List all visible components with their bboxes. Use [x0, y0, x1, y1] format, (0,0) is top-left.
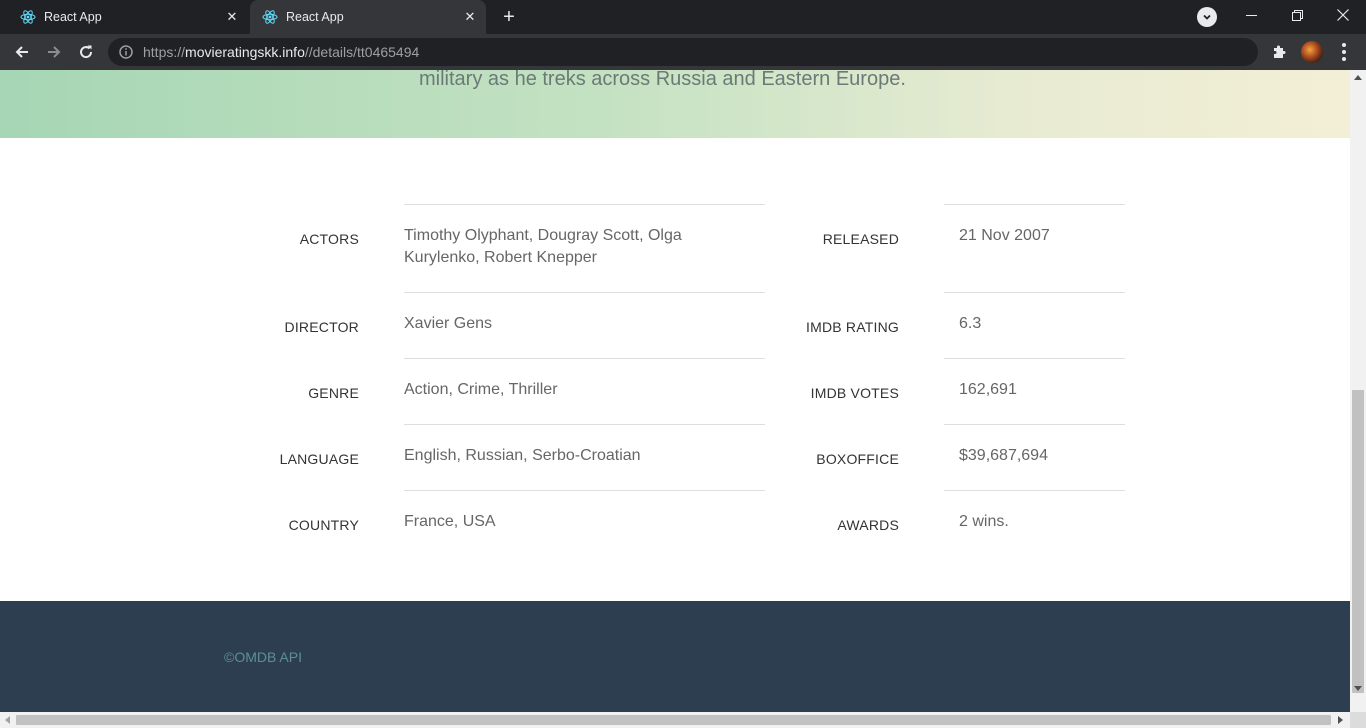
detail-value-released: 21 Nov 2007 — [959, 227, 1050, 244]
detail-label-boxoffice: BOXOFFICE — [816, 451, 899, 467]
minimize-icon[interactable] — [1228, 0, 1274, 30]
movie-plot-text: military as he treks across Russia and E… — [419, 70, 906, 90]
divider — [404, 292, 765, 293]
detail-label-genre: GENRE — [308, 385, 359, 401]
detail-label-awards: AWARDS — [837, 517, 899, 533]
close-window-icon[interactable] — [1320, 0, 1366, 30]
restore-icon[interactable] — [1274, 0, 1320, 30]
url-scheme: https:// — [143, 44, 186, 60]
footer-copyright: ©OMDB API — [224, 649, 302, 665]
detail-value-director: Xavier Gens — [404, 315, 493, 332]
vertical-scrollbar[interactable] — [1350, 70, 1366, 712]
divider — [404, 490, 765, 491]
detail-value-genre: Action, Crime, Thriller — [404, 381, 558, 398]
back-arrow-icon[interactable] — [8, 38, 36, 66]
browser-toolbar: https://movieratingskk.info//details/tt0… — [0, 34, 1366, 70]
detail-value-language: English, Russian, Serbo-Croatian — [404, 447, 641, 464]
detail-value-boxoffice: $39,687,694 — [959, 447, 1048, 464]
profile-avatar[interactable] — [1301, 41, 1323, 63]
scroll-right-icon[interactable] — [1338, 716, 1343, 724]
page-viewport: military as he treks across Russia and E… — [0, 70, 1350, 712]
scrollbar-corner — [1350, 712, 1366, 728]
url-path: //details/tt0465494 — [304, 44, 420, 60]
scroll-down-icon[interactable] — [1354, 686, 1362, 691]
reload-icon[interactable] — [72, 38, 100, 66]
divider — [944, 490, 1125, 491]
url-text: https://movieratingskk.info//details/tt0… — [143, 44, 419, 60]
detail-label-language: LANGUAGE — [279, 451, 359, 467]
tab-react-app-1[interactable]: React App ✕ — [8, 0, 248, 34]
detail-label-imdb-rating: IMDB RATING — [806, 319, 899, 335]
detail-value-country: France, USA — [404, 513, 496, 530]
react-icon — [262, 9, 278, 25]
browser-menu-icon[interactable] — [1336, 42, 1352, 62]
movie-hero-banner: military as he treks across Russia and E… — [0, 70, 1350, 138]
address-bar[interactable]: https://movieratingskk.info//details/tt0… — [108, 38, 1258, 66]
close-tab-icon[interactable]: ✕ — [224, 9, 240, 25]
scroll-up-icon[interactable] — [1354, 75, 1362, 80]
tab-react-app-2[interactable]: React App ✕ — [250, 0, 486, 34]
scroll-left-icon[interactable] — [5, 716, 10, 724]
close-tab-icon[interactable]: ✕ — [462, 9, 478, 25]
divider — [404, 204, 765, 205]
divider — [944, 292, 1125, 293]
divider — [404, 358, 765, 359]
extensions-puzzle-icon[interactable] — [1269, 42, 1289, 62]
vertical-scroll-thumb[interactable] — [1352, 390, 1364, 693]
page-footer: ©OMDB API — [0, 601, 1350, 712]
detail-label-director: DIRECTOR — [284, 319, 359, 335]
tab-strip: React App ✕ React App ✕ + — [0, 0, 1366, 34]
detail-label-released: RELEASED — [822, 231, 899, 247]
detail-value-imdb-rating: 6.3 — [959, 315, 982, 332]
detail-value-imdb-votes: 162,691 — [959, 381, 1017, 398]
divider — [944, 358, 1125, 359]
detail-value-actors: Timothy Olyphant, Dougray Scott, Olga Ku… — [404, 227, 682, 266]
divider — [944, 424, 1125, 425]
detail-label-imdb-votes: IMDB VOTES — [810, 385, 899, 401]
forward-arrow-icon[interactable] — [40, 38, 68, 66]
tab-title: React App — [44, 10, 102, 24]
tab-search-icon[interactable] — [1197, 7, 1217, 27]
divider — [944, 204, 1125, 205]
detail-value-awards: 2 wins. — [959, 513, 1009, 530]
site-info-icon[interactable] — [118, 45, 134, 59]
new-tab-icon[interactable]: + — [497, 5, 521, 29]
react-icon — [20, 9, 36, 25]
detail-label-actors: ACTORS — [299, 231, 359, 247]
detail-label-country: COUNTRY — [288, 517, 359, 533]
tab-title: React App — [286, 10, 344, 24]
horizontal-scrollbar[interactable] — [0, 712, 1350, 728]
url-host: movieratingskk.info — [185, 44, 305, 60]
horizontal-scroll-thumb[interactable] — [16, 715, 1331, 725]
divider — [404, 424, 765, 425]
